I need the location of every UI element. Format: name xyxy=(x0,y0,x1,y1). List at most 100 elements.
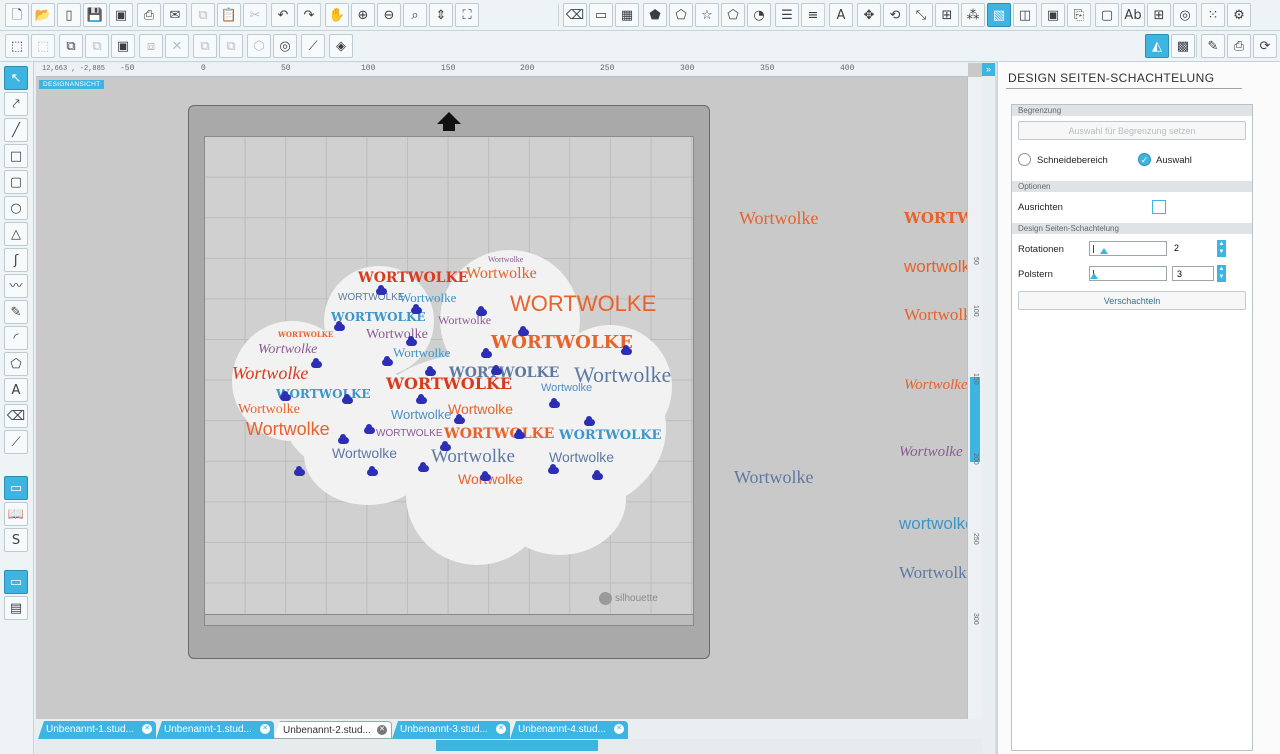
cut-settings-icon[interactable]: ⎘ xyxy=(1067,3,1091,27)
cloud-word[interactable]: WORTWOLKE xyxy=(278,331,333,338)
transform-icon[interactable]: ✥ xyxy=(857,3,881,27)
weld-icon[interactable]: ⧈ xyxy=(139,34,163,58)
compound-icon[interactable]: ⧉ xyxy=(59,34,83,58)
text-style-icon[interactable]: A xyxy=(829,3,853,27)
eraser-tool-icon[interactable]: ⌫ xyxy=(4,404,28,428)
doc-tab[interactable]: Unbenannt-4.stud... ✕ xyxy=(510,721,628,739)
page-icon[interactable]: ▢ xyxy=(1095,3,1119,27)
cloud-word[interactable]: WORTWOLKE xyxy=(510,293,656,315)
cloud-word[interactable]: Wortwolke xyxy=(238,403,300,417)
library-icon[interactable]: 📖 xyxy=(4,502,28,526)
pentagon-outline-icon[interactable]: ⬠ xyxy=(669,3,693,27)
zoom-in-icon[interactable]: ⊕ xyxy=(351,3,375,27)
duplicate-icon[interactable]: ⧉ xyxy=(193,34,217,58)
spiral-icon[interactable]: ◎ xyxy=(1173,3,1197,27)
line-style-icon[interactable]: ≡ xyxy=(801,3,825,27)
select-icon[interactable]: ↖ xyxy=(4,66,28,90)
offset-ring-icon[interactable]: ◎ xyxy=(273,34,297,58)
horizontal-scrollbar[interactable] xyxy=(36,739,982,754)
send-icon[interactable]: ✉ xyxy=(163,3,187,27)
new-icon[interactable]: 🗋 xyxy=(5,3,29,27)
doc-tab[interactable]: Unbenannt-1.stud... ✕ xyxy=(156,721,274,739)
cloud-word[interactable]: Wortwolke xyxy=(232,364,308,382)
loose-word[interactable]: Wortwolke xyxy=(899,564,974,581)
paste-icon[interactable]: 📋 xyxy=(217,3,241,27)
dots-icon[interactable]: ⁙ xyxy=(1201,3,1225,27)
point-edit-icon[interactable]: ⤤ xyxy=(4,92,28,116)
collapse-panel-icon[interactable]: » xyxy=(982,63,995,76)
single-view-icon[interactable]: ▭ xyxy=(4,570,28,594)
bring-front-icon[interactable]: ▣ xyxy=(111,34,135,58)
knife-tool-icon[interactable]: ⟋ xyxy=(4,430,28,454)
design-view-icon[interactable]: ◭ xyxy=(1145,34,1169,58)
pattern-icon[interactable]: ▩ xyxy=(1171,34,1195,58)
trace-icon[interactable]: ▣ xyxy=(1041,3,1065,27)
radio-auswahl[interactable]: ✓ xyxy=(1138,153,1151,166)
star-icon[interactable]: ☆ xyxy=(695,3,719,27)
design-area-icon[interactable]: ▭ xyxy=(4,476,28,500)
text-tool-icon[interactable]: A xyxy=(4,378,28,402)
shape-edit-icon[interactable]: ⬠ xyxy=(721,3,745,27)
rotate-icon[interactable]: ⟲ xyxy=(883,3,907,27)
cloud-word[interactable]: Wortwolke xyxy=(549,450,614,464)
polstern-slider-thumb[interactable] xyxy=(1090,273,1098,279)
eraser-icon[interactable]: ⌫ xyxy=(563,3,587,27)
rectangle-icon[interactable]: □ xyxy=(4,144,28,168)
cloud-word[interactable]: Wortwolke xyxy=(541,383,592,394)
loose-word[interactable]: wortwolke xyxy=(899,515,975,532)
print-icon[interactable]: ⎙ xyxy=(137,3,161,27)
doc-tab[interactable]: Unbenannt-2.stud... ✕ xyxy=(274,721,392,739)
save-as-icon[interactable]: ▣ xyxy=(109,3,133,27)
cloud-word[interactable]: WORTWOLKE xyxy=(559,429,661,442)
polstern-value[interactable]: 3 xyxy=(1172,266,1214,281)
loose-word[interactable]: Wortwolke xyxy=(904,378,968,393)
cloud-word[interactable]: WORTWOLKE xyxy=(376,429,442,439)
cloud-word[interactable]: Wortwolke xyxy=(391,408,451,421)
lines-icon[interactable]: ☰ xyxy=(775,3,799,27)
scale-icon[interactable]: ⤡ xyxy=(909,3,933,27)
knife-icon[interactable]: ⟋ xyxy=(301,34,325,58)
shape-icon[interactable]: ⬡ xyxy=(247,34,271,58)
polygon-shape-icon[interactable]: ⬠ xyxy=(4,352,28,376)
zoom-drag-icon[interactable]: ⇕ xyxy=(429,3,453,27)
pan-icon[interactable]: ✋ xyxy=(325,3,349,27)
rotationen-stepper[interactable]: ▲ ▼ xyxy=(1217,240,1226,257)
cloud-word[interactable]: Wortwolke xyxy=(488,256,523,264)
release-compound-icon[interactable]: ⧉ xyxy=(85,34,109,58)
cloud-word[interactable]: Wortwolke xyxy=(258,343,317,357)
close-tab-icon[interactable]: ✕ xyxy=(496,724,506,734)
cloud-word[interactable]: Wortwolke xyxy=(399,291,456,304)
cloud-word[interactable]: WORTWOLKE xyxy=(491,334,633,352)
redo-icon[interactable]: ↷ xyxy=(297,3,321,27)
cloud-word[interactable]: WORTWOLKE xyxy=(358,271,468,285)
new-page-icon[interactable]: ▯ xyxy=(57,3,81,27)
zoom-out-icon[interactable]: ⊖ xyxy=(377,3,401,27)
close-tab-icon[interactable]: ✕ xyxy=(142,724,152,734)
fit-page-icon[interactable]: ⛶ xyxy=(455,3,479,27)
split-view-icon[interactable]: ▤ xyxy=(4,596,28,620)
loose-word[interactable]: Wortwolke xyxy=(899,445,963,460)
settings-icon[interactable]: ⚙ xyxy=(1227,3,1251,27)
ellipse-icon[interactable]: ○ xyxy=(4,196,28,220)
cloud-word[interactable]: Wortwolke xyxy=(366,328,428,342)
freehand-icon[interactable]: 〰 xyxy=(4,274,28,298)
rotationen-slider-thumb[interactable] xyxy=(1100,248,1108,254)
cloud-word[interactable]: Wortwolke xyxy=(332,446,397,460)
cloud-word[interactable]: WORTWOLKE xyxy=(444,427,554,441)
rotationen-slider[interactable] xyxy=(1089,241,1167,256)
refresh-icon[interactable]: ⟳ xyxy=(1253,34,1277,58)
group-icon[interactable]: ⬚ xyxy=(5,34,29,58)
text-icon[interactable]: Ab xyxy=(1121,3,1145,27)
offset-icon[interactable]: ◫ xyxy=(1013,3,1037,27)
send-to-cutter-icon[interactable]: ⎙ xyxy=(1227,34,1251,58)
polstern-stepper[interactable]: ▲ ▼ xyxy=(1217,265,1226,282)
sketch-icon[interactable]: ✎ xyxy=(1201,34,1225,58)
horizontal-scrollbar-thumb[interactable] xyxy=(436,740,598,751)
undo-icon[interactable]: ↶ xyxy=(271,3,295,27)
cloud-word[interactable]: WORTWOLKE xyxy=(338,293,404,303)
zoom-select-icon[interactable]: ⌕ xyxy=(403,3,427,27)
rotationen-value[interactable]: 2 xyxy=(1170,241,1212,256)
loose-word[interactable]: Wortwolke xyxy=(739,209,819,227)
cloud-word[interactable]: Wortwolke xyxy=(393,346,450,359)
polygon-icon[interactable]: △ xyxy=(4,222,28,246)
